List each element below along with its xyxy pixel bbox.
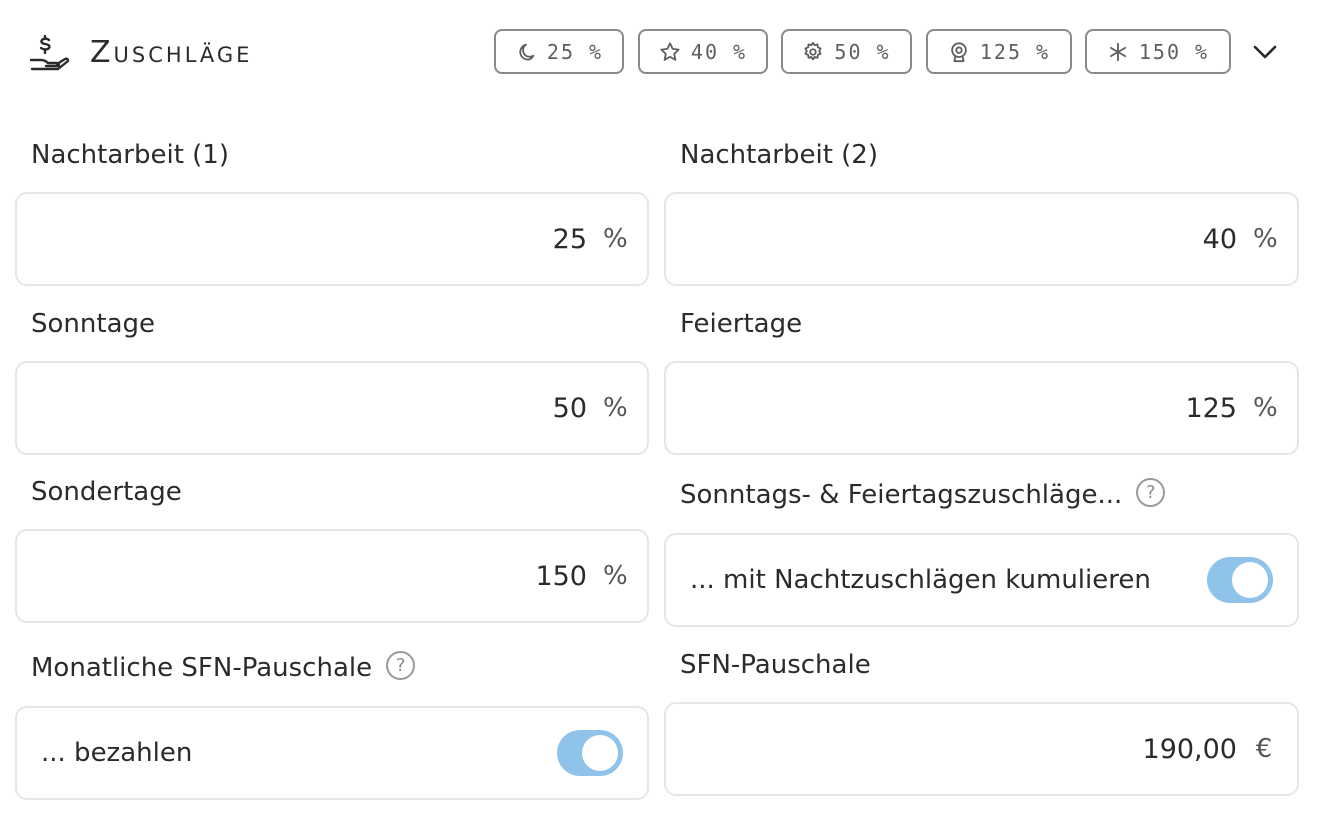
chip-nachtarbeit2[interactable]: 40 %: [638, 29, 768, 74]
monatlich-switch[interactable]: [557, 730, 623, 776]
chip-label: 40 %: [690, 39, 748, 64]
monatlich-toggle-text: ... bezahlen: [41, 738, 193, 768]
hand-money-icon: [29, 34, 70, 71]
euro-unit: €: [1255, 734, 1273, 764]
percent-unit: %: [603, 561, 628, 591]
monatlich-label-text: Monatliche SFN-Pauschale: [31, 653, 373, 683]
switch-knob: [582, 735, 618, 771]
feiertage-label: Feiertage: [680, 309, 803, 339]
chip-label: 125 %: [979, 39, 1051, 64]
sonntage-input[interactable]: 50 %: [15, 361, 649, 455]
nachtarbeit2-label: Nachtarbeit (2): [680, 140, 878, 170]
sonntage-label: Sonntage: [31, 309, 155, 339]
sonntage-value: 50: [552, 392, 587, 424]
chip-nachtarbeit1[interactable]: 25 %: [494, 29, 624, 74]
nachtarbeit1-value: 25: [552, 223, 587, 255]
feiertage-value: 125: [1185, 392, 1237, 424]
switch-knob: [1232, 562, 1268, 598]
kumulieren-toggle-text: ... mit Nachtzuschlägen kumulieren: [690, 565, 1151, 595]
star-icon: [660, 41, 680, 61]
feiertage-input[interactable]: 125 %: [664, 361, 1299, 455]
gear-icon: [804, 41, 822, 60]
percent-unit: %: [1253, 393, 1278, 423]
chip-label: 50 %: [834, 39, 891, 64]
sondertage-value: 150: [535, 560, 587, 592]
section-title: Zuschläge: [90, 35, 253, 70]
kumulieren-label: Sonntags- & Feiertagszuschläge...?: [680, 478, 1166, 512]
nachtarbeit1-input[interactable]: 25 %: [15, 192, 649, 286]
sondertage-label: Sondertage: [31, 477, 182, 507]
percent-unit: %: [603, 224, 628, 254]
sfn-pauschale-input[interactable]: 190,00 €: [664, 702, 1299, 796]
sondertage-input[interactable]: 150 %: [15, 529, 649, 623]
nachtarbeit2-input[interactable]: 40 %: [664, 192, 1299, 286]
award-icon: [951, 41, 967, 62]
moon-icon: [519, 43, 535, 60]
percent-unit: %: [1253, 224, 1278, 254]
help-icon[interactable]: ?: [1136, 478, 1166, 507]
chip-sondertage[interactable]: 150 %: [1085, 29, 1231, 74]
help-icon[interactable]: ?: [386, 651, 416, 680]
sfn-pauschale-label: SFN-Pauschale: [680, 650, 871, 680]
kumulieren-toggle-row: ... mit Nachtzuschlägen kumulieren: [664, 533, 1299, 627]
kumulieren-label-text: Sonntags- & Feiertagszuschläge...: [680, 480, 1123, 510]
chevron-down-icon[interactable]: [1250, 38, 1280, 66]
nachtarbeit1-label: Nachtarbeit (1): [31, 140, 229, 170]
chip-feiertage[interactable]: 125 %: [926, 29, 1072, 74]
kumulieren-switch[interactable]: [1207, 557, 1273, 603]
asterisk-icon: [1109, 42, 1126, 61]
section-header[interactable]: Zuschläge 25 % 40 % 50 % 125 % 150 %: [0, 0, 1318, 100]
chip-label: 25 %: [546, 39, 604, 64]
monatlich-toggle-row: ... bezahlen: [15, 706, 649, 800]
monatlich-label: Monatliche SFN-Pauschale?: [31, 651, 416, 685]
sfn-pauschale-value: 190,00: [1142, 733, 1237, 765]
percent-unit: %: [603, 393, 628, 423]
chip-label: 150 %: [1138, 39, 1210, 64]
nachtarbeit2-value: 40: [1202, 223, 1237, 255]
chip-sonntage[interactable]: 50 %: [781, 29, 912, 74]
